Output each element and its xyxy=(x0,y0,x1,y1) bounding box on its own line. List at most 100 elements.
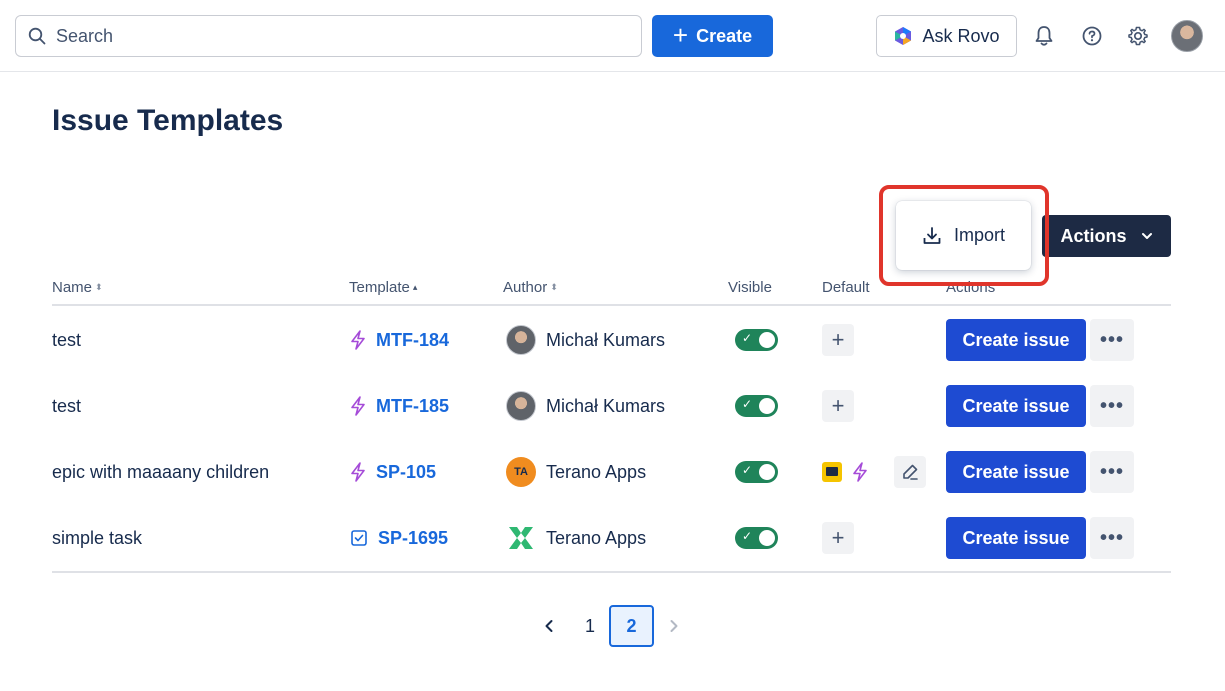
previous-page-button[interactable] xyxy=(537,605,561,647)
add-default-button[interactable]: + xyxy=(822,324,854,356)
check-icon: ✓ xyxy=(742,529,753,543)
chevron-left-icon xyxy=(545,620,553,632)
visible-toggle-cell: ✓ xyxy=(735,439,778,505)
author-name: Terano Apps xyxy=(546,461,647,482)
user-avatar[interactable] xyxy=(1171,20,1203,52)
column-header-name-label: Name xyxy=(52,279,93,296)
default-cell: + xyxy=(822,307,854,373)
visible-toggle[interactable]: ✓ xyxy=(735,527,778,549)
column-header-template-label: Template xyxy=(349,279,410,296)
template-name: test xyxy=(52,395,82,416)
more-icon: ••• xyxy=(1099,394,1124,417)
lightning-icon xyxy=(351,330,365,350)
sort-ascending-icon: ▴ xyxy=(412,282,418,292)
template-link[interactable]: MTF-184 xyxy=(350,307,449,373)
create-issue-button[interactable]: Create issue xyxy=(946,319,1086,361)
row-actions: Create issue ••• xyxy=(946,505,1134,571)
actions-button-label: Actions xyxy=(1060,225,1127,246)
plus-icon: + xyxy=(831,327,845,352)
column-header-visible: Visible xyxy=(728,279,772,296)
sort-icon: ⬍ xyxy=(95,282,103,292)
ask-rovo-button[interactable]: Ask Rovo xyxy=(876,15,1017,57)
help-icon[interactable] xyxy=(1080,24,1104,48)
template-key: SP-105 xyxy=(376,461,437,482)
more-options-button[interactable]: ••• xyxy=(1090,451,1134,493)
template-key: MTF-185 xyxy=(376,395,450,416)
more-options-button[interactable]: ••• xyxy=(1090,385,1134,427)
actions-dropdown-button[interactable]: Actions xyxy=(1042,215,1171,257)
create-button-label: Create xyxy=(696,25,753,46)
visible-toggle[interactable]: ✓ xyxy=(735,395,778,417)
author-avatar xyxy=(506,391,536,421)
table-row: epic with maaaany children SP-105 TA Ter… xyxy=(0,439,1225,505)
lightning-icon xyxy=(853,462,867,482)
more-options-button[interactable]: ••• xyxy=(1090,517,1134,559)
page-1-button[interactable]: 1 xyxy=(576,605,604,647)
more-icon: ••• xyxy=(1099,328,1124,351)
template-name: simple task xyxy=(52,527,143,548)
author: Michał Kumars xyxy=(506,373,665,439)
search-box[interactable] xyxy=(15,15,642,57)
default-cell: + xyxy=(822,505,854,571)
visible-toggle-cell: ✓ xyxy=(735,373,778,439)
next-page-button[interactable] xyxy=(662,605,686,647)
more-options-button[interactable]: ••• xyxy=(1090,319,1134,361)
page-2-button-current[interactable]: 2 xyxy=(609,605,654,647)
visible-toggle[interactable]: ✓ xyxy=(735,461,778,483)
add-default-button[interactable]: + xyxy=(822,390,854,422)
template-key: MTF-184 xyxy=(376,329,450,350)
lightning-icon xyxy=(351,462,365,482)
check-icon: ✓ xyxy=(742,397,753,411)
sort-icon: ⬍ xyxy=(550,282,558,292)
template-link[interactable]: SP-1695 xyxy=(350,505,448,571)
top-navigation: + Create Ask Rovo xyxy=(0,0,1225,72)
search-icon xyxy=(28,27,46,45)
visible-toggle-cell: ✓ xyxy=(735,505,778,571)
plus-icon: + xyxy=(831,525,845,550)
plus-icon: + xyxy=(672,20,689,50)
visible-toggle[interactable]: ✓ xyxy=(735,329,778,351)
toggle-knob xyxy=(759,332,775,348)
column-header-name[interactable]: Name ⬍ xyxy=(52,279,103,296)
template-link[interactable]: MTF-185 xyxy=(350,373,449,439)
check-icon: ✓ xyxy=(742,331,753,345)
template-name: epic with maaaany children xyxy=(52,461,270,482)
search-input[interactable] xyxy=(56,25,616,47)
author-avatar-initials: TA xyxy=(506,457,536,487)
column-header-author[interactable]: Author ⬍ xyxy=(503,279,558,296)
toggle-knob xyxy=(759,464,775,480)
ask-rovo-label: Ask Rovo xyxy=(922,25,1000,46)
create-issue-button[interactable]: Create issue xyxy=(946,517,1086,559)
terano-logo-icon xyxy=(506,523,536,553)
bell-icon[interactable] xyxy=(1032,24,1056,48)
create-issue-button[interactable]: Create issue xyxy=(946,451,1086,493)
template-link[interactable]: SP-105 xyxy=(350,439,436,505)
check-icon: ✓ xyxy=(742,463,753,477)
add-default-button[interactable]: + xyxy=(822,522,854,554)
column-header-template[interactable]: Template ▴ xyxy=(349,279,417,296)
table-row: test MTF-185 Michał Kumars ✓ + Create is… xyxy=(0,373,1225,439)
checkbox-icon xyxy=(351,530,367,546)
row-actions: Create issue ••• xyxy=(946,307,1134,373)
create-button[interactable]: + Create xyxy=(652,15,773,57)
table-header-divider xyxy=(52,304,1171,306)
create-issue-button[interactable]: Create issue xyxy=(946,385,1086,427)
column-header-visible-label: Visible xyxy=(728,279,772,296)
chevron-down-icon xyxy=(1141,233,1152,239)
more-icon: ••• xyxy=(1099,460,1124,483)
edit-default-button[interactable] xyxy=(894,456,926,488)
highlight-box xyxy=(879,185,1049,286)
column-header-default: Default xyxy=(822,279,870,296)
more-icon: ••• xyxy=(1099,526,1124,549)
author: Michał Kumars xyxy=(506,307,665,373)
default-cell: + xyxy=(822,373,854,439)
template-key: SP-1695 xyxy=(378,527,449,548)
author: Terano Apps xyxy=(506,505,646,571)
settings-gear-icon[interactable] xyxy=(1126,24,1150,48)
table-row: test MTF-184 Michał Kumars ✓ + Create is… xyxy=(0,307,1225,373)
toggle-knob xyxy=(759,530,775,546)
visible-toggle-cell: ✓ xyxy=(735,307,778,373)
author-name: Terano Apps xyxy=(546,527,647,548)
author: TA Terano Apps xyxy=(506,439,646,505)
default-cell xyxy=(822,439,926,505)
